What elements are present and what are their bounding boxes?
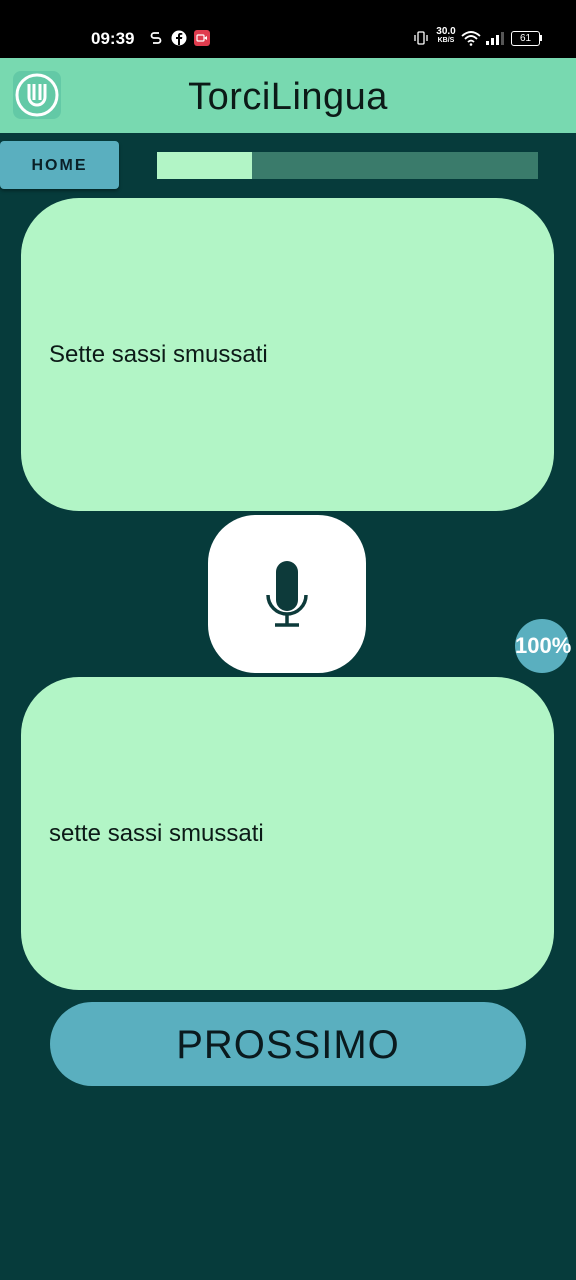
prompt-card: Sette sassi smussati [21,198,554,511]
battery-tip [540,35,542,41]
video-icon [194,30,210,46]
app-title: TorciLingua [188,76,388,118]
wifi-icon [461,31,481,46]
result-text: sette sassi smussati [49,820,264,847]
microphone-button[interactable] [208,515,366,673]
s-icon [150,32,162,44]
status-bar: 09:39 30.0 KB/S 61 [0,0,576,58]
next-button[interactable]: PROSSIMO [50,1002,526,1086]
signal-icon [486,32,504,45]
score-badge: 100% [515,619,571,673]
microphone-icon [266,561,308,627]
app-bar: TorciLingua [0,58,576,133]
result-card: sette sassi smussati [21,677,554,990]
home-button[interactable]: HOME [0,141,119,189]
prompt-text: Sette sassi smussati [49,341,268,368]
vibrate-icon [414,31,428,45]
facebook-icon [171,30,187,46]
network-speed: 30.0 KB/S [436,26,456,45]
progress-bar [157,152,538,179]
progress-fill [157,152,253,179]
battery-level: 61 [519,33,532,44]
status-time: 09:39 [91,29,135,48]
battery-icon: 61 [511,31,540,46]
